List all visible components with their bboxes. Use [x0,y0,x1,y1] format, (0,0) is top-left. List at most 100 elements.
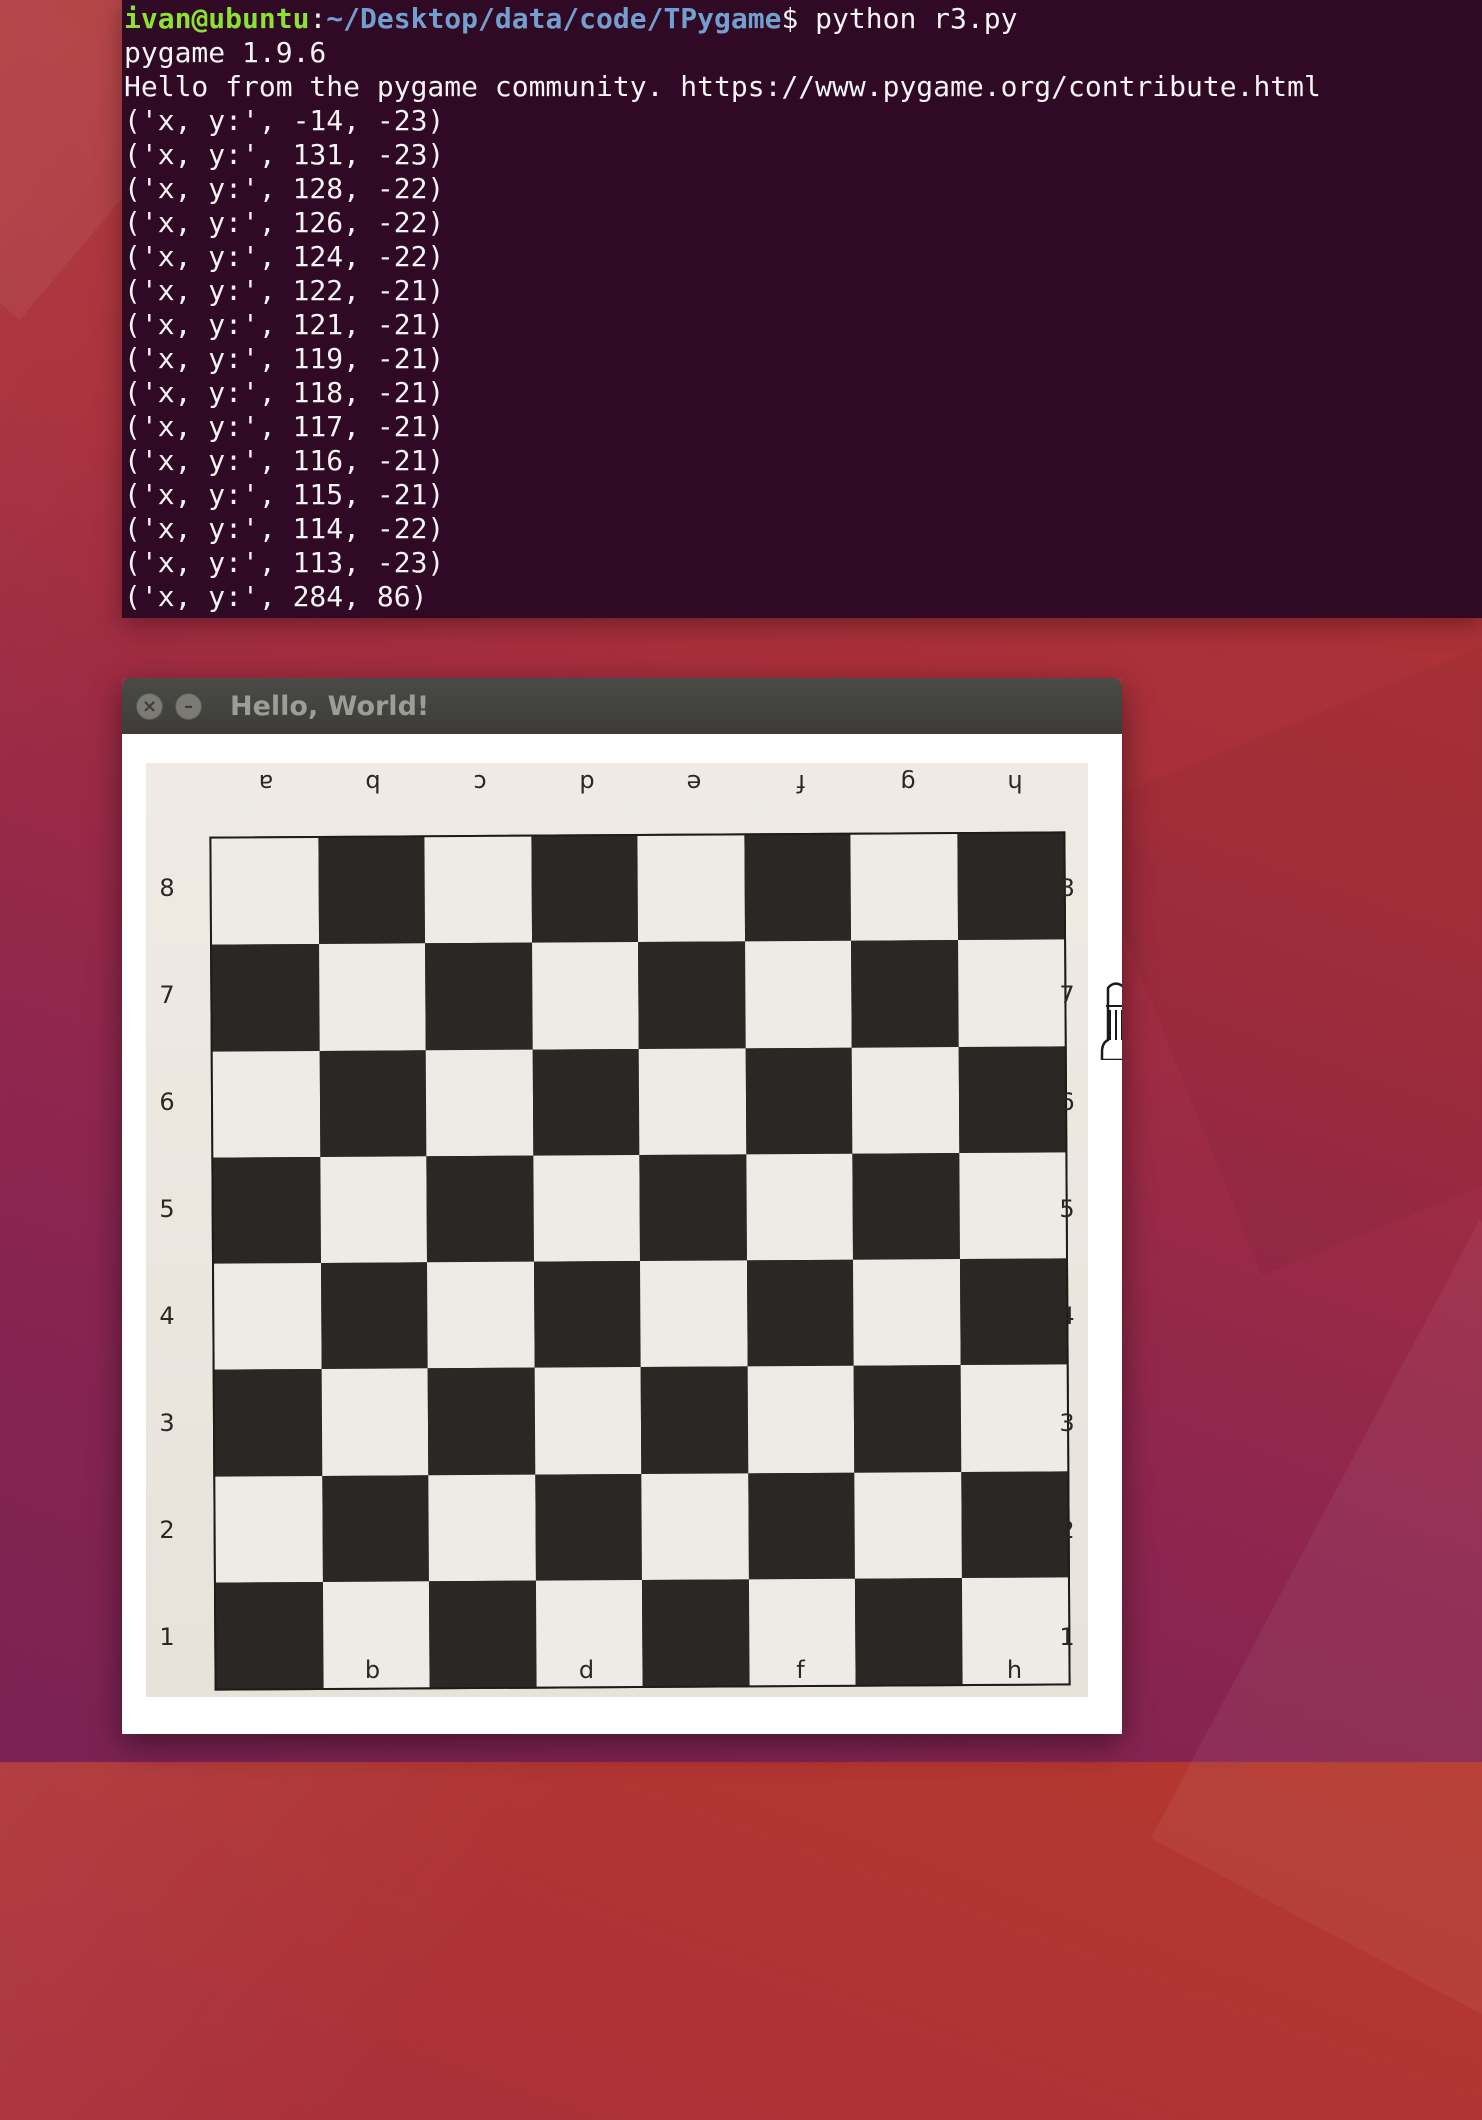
rank-label-right: 2 [1059,1515,1075,1544]
minimize-button[interactable]: – [175,693,202,720]
board-square [425,1049,533,1157]
board-square [215,1475,323,1583]
terminal-output-line: ('x, y:', 126, -22) [124,206,445,239]
pygame-window[interactable]: × – Hello, World! a a b b c c d d e e f f g g h h 8 8 7 7 6 6… [122,678,1122,1734]
file-label-bottom: d [578,1656,595,1684]
rank-label-right: 8 [1059,873,1075,902]
wallpaper-facet [1074,624,1482,1276]
board-square [747,1365,855,1473]
rank-label-left: 5 [159,1194,175,1223]
terminal-output-line: pygame 1.9.6 [124,36,327,69]
rank-label-right: 7 [1059,980,1075,1009]
rank-label-right: 6 [1059,1087,1075,1116]
file-label-top: c [472,769,487,797]
board-square [744,940,852,1048]
board-square [427,1367,535,1475]
board-square [214,1369,322,1477]
terminal-output-line: ('x, y:', 117, -21) [124,410,445,443]
board-square [743,834,852,942]
board-square [959,1258,1067,1366]
file-label-top: a [258,769,273,797]
terminal-output-line: ('x, y:', 128, -22) [124,172,445,205]
file-label-bottom: g [899,1656,916,1684]
board-square [850,834,958,941]
board-square [533,1261,641,1368]
wallpaper-facet [1150,1220,1482,2120]
file-label-bottom: e [686,1656,701,1684]
chessboard: a a b b c c d d e e f f g g h h 8 8 7 7 6 6 5 5 4 4 3 3 2 2 1 1 [146,763,1088,1697]
board-square [532,1154,640,1262]
board-square [428,1474,536,1582]
terminal-output: pygame 1.9.6 Hello from the pygame commun… [122,36,1482,614]
board-square [424,836,532,944]
minimize-icon: – [184,695,193,717]
board-square [639,1154,747,1261]
terminal-output-line: ('x, y:', 119, -21) [124,342,445,375]
board-square [638,941,746,1049]
board-square [213,1156,321,1264]
board-square [212,1050,320,1158]
board-square [321,1368,429,1476]
file-label-bottom: h [1006,1656,1023,1684]
file-label-top: b [364,769,381,797]
board-square [852,1259,961,1366]
board-square [746,1259,854,1367]
prompt-separator: : [309,2,327,35]
board-square [530,836,639,943]
board-square [318,943,426,1051]
board-square [214,1262,322,1370]
prompt-user: ivan@ubuntu [124,2,310,35]
board-square [957,939,1065,1047]
board-square [426,1155,534,1263]
rank-label-right: 1 [1059,1622,1075,1651]
rank-label-left: 4 [159,1301,175,1330]
terminal-prompt-line: ivan@ubuntu:~/Desktop/data/code/TPygame$… [122,2,1482,36]
window-title: Hello, World! [230,691,430,722]
file-label-bottom: b [364,1656,381,1684]
board-square [637,835,745,943]
file-label-top: d [578,769,595,797]
board-square [958,1045,1066,1153]
close-button[interactable]: × [136,693,163,720]
rank-label-right: 5 [1059,1194,1075,1223]
window-titlebar[interactable]: × – Hello, World! [122,678,1122,734]
board-square [531,942,639,1050]
board-square [534,1473,642,1581]
rank-label-right: 3 [1059,1408,1075,1437]
file-label-bottom: a [258,1656,273,1684]
board-square [640,1366,748,1474]
prompt-path: ~/Desktop/data/code/TPygame [326,2,782,35]
pawn-icon[interactable] [1096,980,1122,1060]
board-square [958,1152,1066,1260]
board-square [747,1472,855,1580]
terminal-output-line: ('x, y:', 114, -22) [124,512,445,545]
board-square [851,1046,959,1154]
terminal-output-line: ('x, y:', 113, -23) [124,546,445,579]
terminal-output-line: ('x, y:', 121, -21) [124,308,445,341]
rank-label-left: 6 [159,1087,175,1116]
board-square [211,837,319,945]
terminal-output-line: Hello from the pygame community. https:/… [124,70,1321,103]
board-square [212,944,320,1052]
game-canvas[interactable]: a a b b c c d d e e f f g g h h 8 8 7 7 6 6 5 5 4 4 3 3 2 2 1 1 [122,734,1122,1734]
board-square [534,1367,642,1475]
terminal-command: python r3.py [815,2,1018,35]
file-label-top: e [686,769,701,797]
terminal-output-line: ('x, y:', 131, -23) [124,138,445,171]
terminal-output-line: ('x, y:', 284, 86) [124,580,428,613]
rank-label-left: 2 [159,1515,175,1544]
file-label-top: h [1006,769,1023,797]
terminal-output-line: ('x, y:', 115, -21) [124,478,445,511]
rank-label-left: 1 [159,1622,175,1651]
file-label-bottom: f [796,1656,805,1684]
terminal-output-line: ('x, y:', 122, -21) [124,274,445,307]
board-square [319,1049,427,1157]
board-square [317,837,426,945]
board-square [532,1048,640,1156]
rank-label-right: 4 [1059,1301,1075,1330]
rank-label-left: 3 [159,1408,175,1437]
board-square [745,1153,853,1261]
terminal-window[interactable]: ivan@ubuntu:~/Desktop/data/code/TPygame$… [122,0,1482,618]
board-square [427,1261,535,1369]
prompt-symbol: $ [781,2,816,35]
